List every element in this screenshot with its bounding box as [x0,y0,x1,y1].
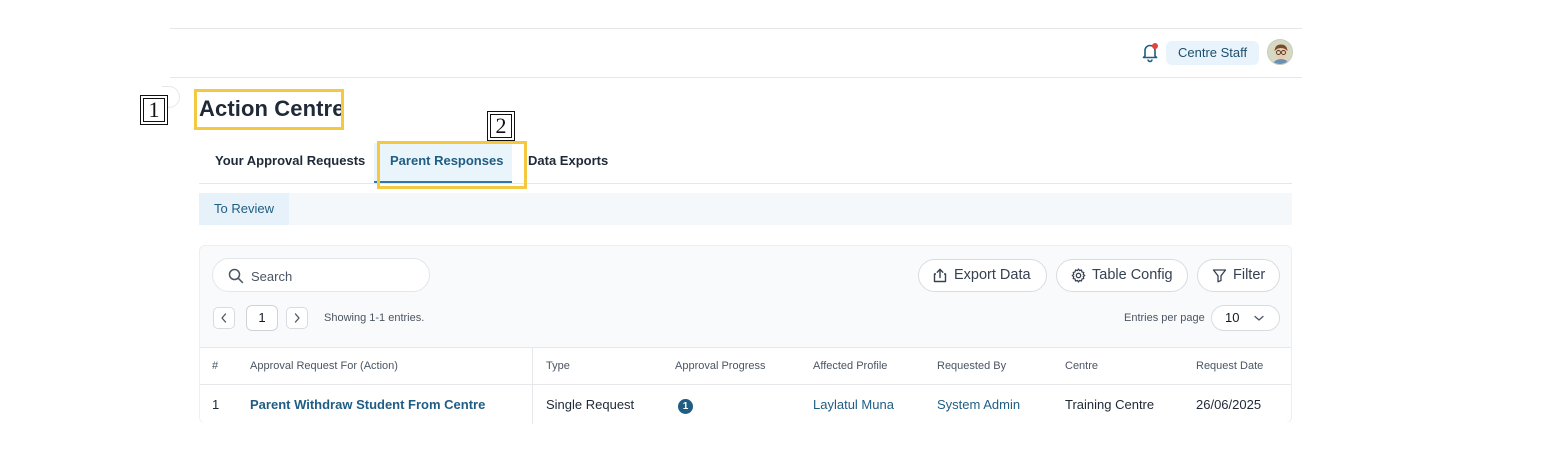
entries-per-page-value: 10 [1225,310,1240,325]
entries-per-page-select[interactable]: 10 [1211,305,1280,331]
tab-data-exports[interactable]: Data Exports [512,143,624,183]
export-data-label: Export Data [954,267,1031,283]
sub-tabs: To Review [199,193,1292,225]
column-header-centre[interactable]: Centre [1065,360,1098,372]
table-config-label: Table Config [1092,267,1173,283]
requests-card: Export Data Table Config Filter 1 Showin… [199,245,1292,424]
search-input[interactable] [251,265,421,287]
next-page-button[interactable] [286,307,308,329]
main-tabs: Your Approval Requests Parent Responses … [199,143,1292,184]
search-icon [228,268,244,284]
approval-progress-badge[interactable]: 1 [678,399,693,414]
table-config-button[interactable]: Table Config [1056,259,1188,292]
search-box[interactable] [212,258,430,292]
filter-icon [1212,269,1227,283]
table-header-row: # Approval Request For (Action) Type App… [200,348,1291,385]
export-data-button[interactable]: Export Data [918,259,1047,292]
row-type: Single Request [546,397,635,412]
column-separator [532,348,533,424]
row-action-link[interactable]: Parent Withdraw Student From Centre [250,397,485,412]
filter-button[interactable]: Filter [1197,259,1280,292]
row-request-date: 26/06/2025 [1196,397,1262,412]
user-role-badge[interactable]: Centre Staff [1166,41,1260,65]
export-icon [933,268,947,283]
top-header: Centre Staff [170,29,1302,78]
notification-bell-icon[interactable] [1140,41,1160,63]
gear-icon [1071,268,1086,283]
chevron-left-icon [221,313,227,323]
column-header-index: # [212,360,219,372]
chevron-right-icon [294,313,300,323]
current-page-number[interactable]: 1 [246,305,278,331]
user-avatar[interactable] [1267,39,1293,65]
row-index: 1 [212,397,220,412]
column-header-requested-by[interactable]: Requested By [937,360,1006,372]
row-affected-profile-link[interactable]: Laylatul Muna [813,397,894,412]
chevron-down-icon [1254,315,1264,321]
column-header-action[interactable]: Approval Request For (Action) [250,360,398,372]
annotation-box-2 [377,141,527,189]
filter-label: Filter [1233,267,1266,283]
annotation-label-2: 2 [487,111,515,141]
annotation-box-1 [194,89,344,130]
entries-per-page-label: Entries per page [1124,312,1205,324]
subtab-to-review[interactable]: To Review [199,193,289,225]
tab-your-approval-requests[interactable]: Your Approval Requests [199,143,381,183]
column-header-type[interactable]: Type [546,360,570,372]
showing-entries-text: Showing 1-1 entries. [324,312,425,324]
row-centre: Training Centre [1065,397,1155,412]
row-requested-by-link[interactable]: System Admin [937,397,1020,412]
column-header-request-date[interactable]: Request Date [1196,360,1263,372]
requests-table: # Approval Request For (Action) Type App… [200,347,1291,424]
column-header-affected-profile[interactable]: Affected Profile [813,360,887,372]
column-header-progress[interactable]: Approval Progress [675,360,766,372]
prev-page-button[interactable] [213,307,235,329]
annotation-label-1: 1 [140,95,168,125]
